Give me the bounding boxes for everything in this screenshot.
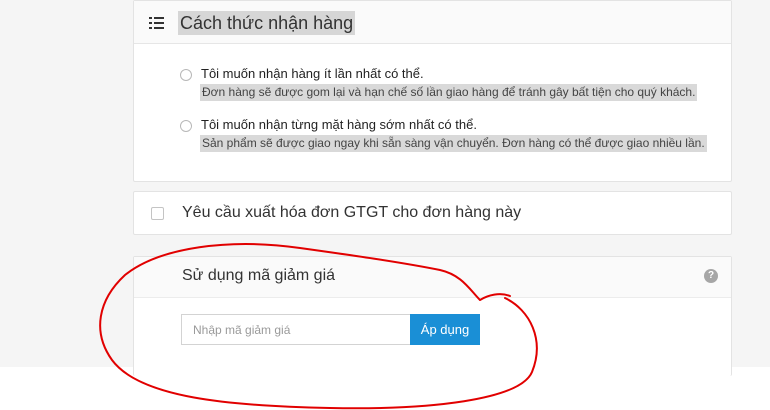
help-icon[interactable]: ?	[704, 269, 718, 283]
vat-invoice-label: Yêu cầu xuất hóa đơn GTGT cho đơn hàng n…	[182, 204, 522, 221]
vat-invoice-checkbox[interactable]	[151, 207, 164, 220]
delivery-option-title: Tôi muốn nhận từng mặt hàng sớm nhất có …	[201, 117, 477, 132]
delivery-option-title: Tôi muốn nhận hàng ít lần nhất có thể.	[201, 66, 424, 81]
coupon-section: Sử dụng mã giảm giá ? Áp dụng — — — — — …	[133, 256, 741, 376]
coupon-title: Sử dụng mã giảm giá	[182, 267, 336, 284]
coupon-header: Sử dụng mã giảm giá ?	[134, 257, 731, 298]
delivery-option-radio[interactable]	[180, 120, 192, 132]
delivery-option-radio[interactable]	[180, 69, 192, 81]
delivery-method-section: Cách thức nhận hàng Tôi muốn nhận hàng í…	[133, 0, 732, 182]
delivery-method-title: Cách thức nhận hàng	[178, 11, 356, 35]
delivery-option-description: Sản phẩm sẽ được giao ngay khi sẵn sàng …	[200, 135, 707, 152]
coupon-hint-text: — — — — — — — — — — — — — — — — — — — — …	[182, 362, 741, 367]
delivery-option-description: Đơn hàng sẽ được gom lại và hạn chế số l…	[200, 84, 698, 101]
apply-coupon-button[interactable]: Áp dụng	[410, 314, 480, 345]
vat-invoice-section[interactable]: Yêu cầu xuất hóa đơn GTGT cho đơn hàng n…	[133, 191, 732, 235]
coupon-code-input[interactable]	[181, 314, 410, 345]
delivery-method-header: Cách thức nhận hàng	[134, 1, 731, 44]
list-icon	[149, 17, 164, 29]
